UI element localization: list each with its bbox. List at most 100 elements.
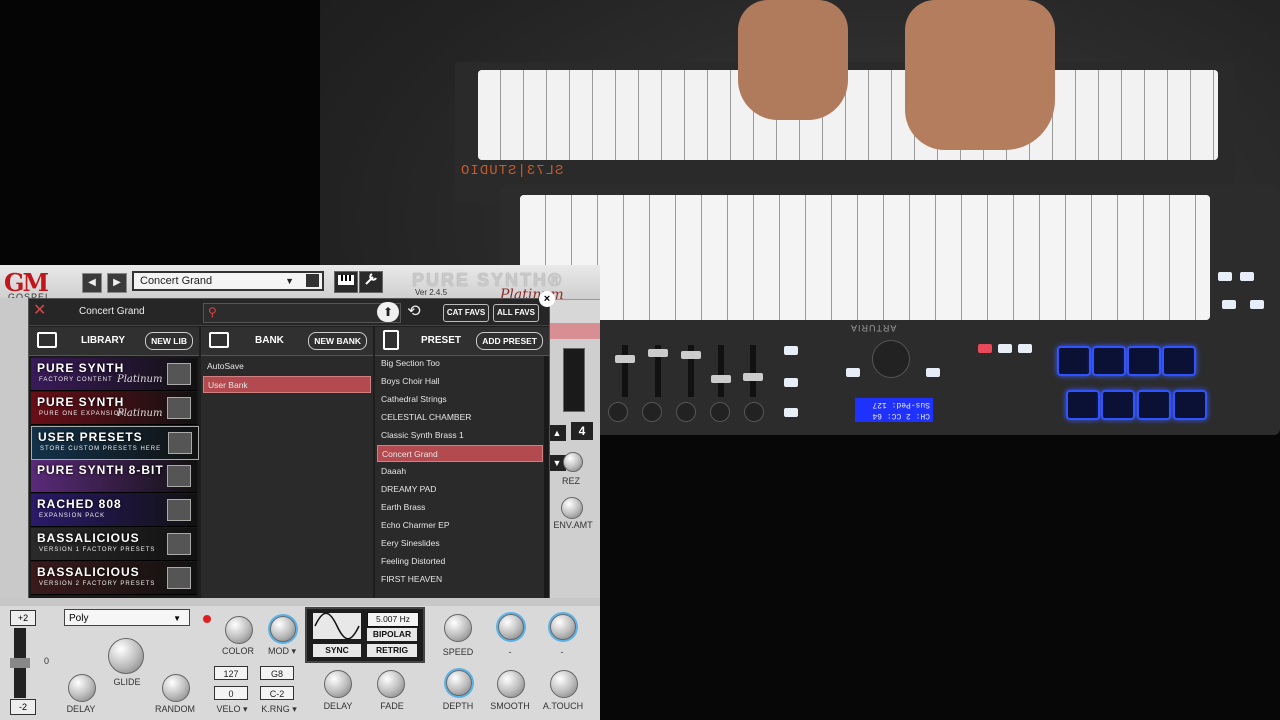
vertical-slider[interactable] bbox=[563, 348, 585, 412]
preset-item[interactable]: Feeling Distorted bbox=[377, 553, 543, 570]
hw-fader bbox=[615, 345, 635, 397]
hw-pad bbox=[1066, 390, 1100, 420]
lfo-mod-knob-2[interactable] bbox=[550, 614, 576, 640]
fade-label: FADE bbox=[380, 701, 404, 711]
speed-label: SPEED bbox=[442, 647, 474, 657]
library-item-title: PURE SYNTH bbox=[37, 395, 125, 409]
lcd-line-1: CH: 2 CC: 64 bbox=[872, 411, 930, 420]
new-lib-button[interactable]: NEW LIB bbox=[145, 332, 193, 350]
preset-item[interactable]: Big Section Too bbox=[377, 356, 543, 372]
krng-max-field[interactable]: G8 bbox=[260, 666, 294, 680]
hw-button bbox=[1250, 300, 1264, 309]
velo-min-field[interactable]: 0 bbox=[214, 686, 248, 700]
library-item[interactable]: PURE SYNTH FACTORY CONTENT Platinum bbox=[31, 358, 197, 391]
next-preset-button[interactable]: ▶ bbox=[107, 273, 127, 293]
retrig-button[interactable]: RETRIG bbox=[367, 644, 417, 657]
all-favs-button[interactable]: ALL FAVS bbox=[493, 304, 539, 322]
preset-item[interactable]: DREAMY PAD bbox=[377, 481, 543, 498]
preset-item[interactable]: Concert Grand bbox=[377, 445, 543, 462]
mod-knob[interactable] bbox=[270, 616, 296, 642]
speed-knob[interactable] bbox=[444, 614, 472, 642]
octave-up-button[interactable]: +2 bbox=[10, 610, 36, 626]
add-preset-button[interactable]: ADD PRESET bbox=[476, 332, 543, 350]
library-item[interactable]: PURE SYNTH 8-BIT bbox=[31, 460, 197, 493]
voice-mode-select[interactable]: Poly ▼ bbox=[64, 609, 190, 626]
depth-knob[interactable] bbox=[446, 670, 472, 696]
arturia-label: ARTURIA bbox=[850, 323, 897, 333]
preset-item[interactable]: FIRST HEAVEN bbox=[377, 571, 543, 588]
hw-fader bbox=[743, 345, 763, 397]
lfo-delay-knob[interactable] bbox=[324, 670, 352, 698]
rez-knob[interactable] bbox=[563, 452, 583, 472]
prev-preset-button[interactable]: ◀ bbox=[82, 273, 102, 293]
library-item[interactable]: PURE SYNTH PURE ONE EXPANSION Platinum bbox=[31, 392, 197, 425]
folder-icon bbox=[209, 332, 229, 348]
bank-item[interactable]: AutoSave bbox=[203, 358, 371, 375]
lower-keyboard-keys bbox=[520, 195, 1210, 320]
sync-button[interactable]: SYNC bbox=[313, 644, 361, 657]
smooth-label: SMOOTH bbox=[490, 701, 530, 711]
velo-max-field[interactable]: 127 bbox=[214, 666, 248, 680]
atouch-knob[interactable] bbox=[550, 670, 578, 698]
delay-knob[interactable] bbox=[68, 674, 96, 702]
keyboard-button[interactable] bbox=[334, 271, 358, 293]
preset-browser: ✕ Concert Grand ⚲ ⬆ ⟲ CAT FAVS ALL FAVS … bbox=[28, 291, 555, 600]
power-led-icon[interactable] bbox=[203, 615, 211, 623]
sine-wave-icon[interactable] bbox=[313, 612, 361, 640]
preset-item[interactable]: Boys Choir Hall bbox=[377, 373, 543, 390]
hw-fader bbox=[648, 345, 668, 397]
search-input[interactable]: ⚲ bbox=[203, 303, 401, 323]
lfo-rate-display[interactable]: 5.007 Hz bbox=[367, 612, 419, 627]
preset-selector[interactable]: Concert Grand ▼ bbox=[132, 271, 324, 291]
library-item-subtitle: VERSION 1 FACTORY PRESETS bbox=[39, 547, 156, 553]
library-thumbnail-icon bbox=[167, 363, 191, 385]
delay-label: DELAY bbox=[66, 704, 96, 714]
photo-dark-area-bottom bbox=[600, 430, 1280, 720]
save-icon[interactable] bbox=[306, 274, 319, 287]
preset-item[interactable]: Classic Synth Brass 1 bbox=[377, 427, 543, 444]
preset-item[interactable]: CELESTIAL CHAMBER bbox=[377, 409, 543, 426]
random-label: RANDOM bbox=[155, 704, 195, 714]
hw-button bbox=[784, 346, 798, 355]
krng-min-field[interactable]: C-2 bbox=[260, 686, 294, 700]
library-thumbnail-icon bbox=[167, 567, 191, 589]
bipolar-button[interactable]: BIPOLAR bbox=[367, 628, 417, 641]
library-list: PURE SYNTH FACTORY CONTENT Platinum PURE SY… bbox=[29, 356, 199, 599]
lfo-mod-knob-1[interactable] bbox=[498, 614, 524, 640]
fade-knob[interactable] bbox=[377, 670, 405, 698]
browser-close-button[interactable]: × bbox=[539, 291, 555, 307]
browser-title: Concert Grand bbox=[79, 306, 145, 317]
preset-scrollbar[interactable] bbox=[544, 356, 549, 599]
library-item[interactable]: USER PRESETS STORE CUSTOM PRESETS HERE bbox=[31, 426, 199, 460]
refresh-icon[interactable]: ⟲ bbox=[404, 302, 424, 322]
smooth-knob[interactable] bbox=[497, 670, 525, 698]
preset-item[interactable]: Eery Sineslides bbox=[377, 535, 543, 552]
cloud-upload-icon[interactable]: ⬆ bbox=[377, 302, 399, 322]
color-knob[interactable] bbox=[225, 616, 253, 644]
close-icon[interactable]: ✕ bbox=[33, 303, 46, 319]
lfo-panel: 5.007 Hz BIPOLAR SYNC RETRIG bbox=[305, 607, 425, 663]
hw-knob bbox=[608, 402, 628, 422]
bank-item[interactable]: User Bank bbox=[203, 376, 371, 393]
hw-pad bbox=[1162, 346, 1196, 376]
value-up-button[interactable]: ▲ bbox=[548, 425, 566, 441]
library-item-subtitle: STORE CUSTOM PRESETS HERE bbox=[40, 446, 162, 452]
settings-button[interactable] bbox=[359, 271, 383, 293]
library-item[interactable]: RACHED 808 EXPANSION PACK bbox=[31, 494, 197, 527]
library-item[interactable]: BASSALICIOUS VERSION 1 FACTORY PRESETS bbox=[31, 528, 197, 561]
pitch-slider[interactable] bbox=[10, 628, 30, 698]
cat-favs-button[interactable]: CAT FAVS bbox=[443, 304, 489, 322]
preset-item[interactable]: Echo Charmer EP bbox=[377, 517, 543, 534]
preset-item[interactable]: Earth Brass bbox=[377, 499, 543, 516]
hw-button bbox=[998, 344, 1012, 353]
hw-main-encoder bbox=[872, 340, 910, 378]
library-item-subtitle: FACTORY CONTENT bbox=[39, 377, 113, 383]
library-item[interactable]: BASSALICIOUS VERSION 2 FACTORY PRESETS bbox=[31, 562, 197, 595]
env-amt-knob[interactable] bbox=[561, 497, 583, 519]
preset-item[interactable]: Daaah bbox=[377, 463, 543, 480]
new-bank-button[interactable]: NEW BANK bbox=[308, 332, 367, 350]
preset-item[interactable]: Cathedral Strings bbox=[377, 391, 543, 408]
random-knob[interactable] bbox=[162, 674, 190, 702]
octave-down-button[interactable]: -2 bbox=[10, 699, 36, 715]
glide-knob[interactable] bbox=[108, 638, 144, 674]
